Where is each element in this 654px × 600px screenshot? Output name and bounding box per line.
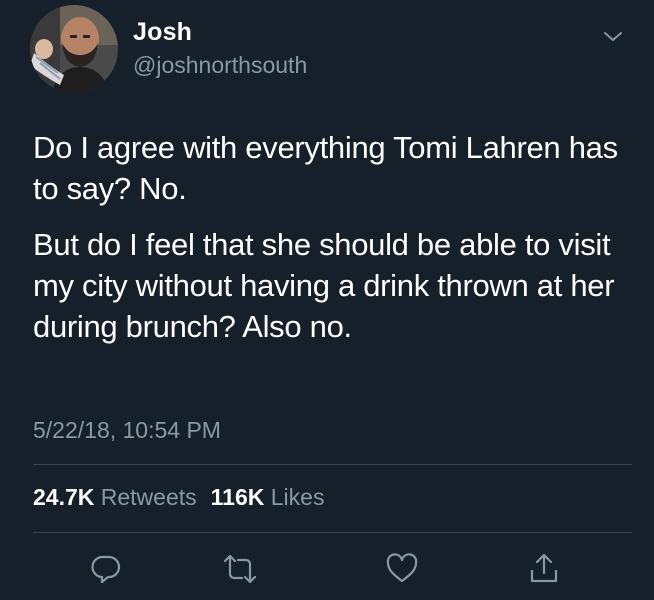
avatar[interactable]	[30, 5, 118, 93]
like-icon[interactable]	[385, 552, 419, 586]
user-handle[interactable]: @joshnorthsouth	[133, 52, 307, 79]
likes-count: 116K	[210, 484, 265, 510]
divider	[33, 532, 632, 533]
reply-icon[interactable]	[89, 552, 123, 586]
retweets-count: 24.7K	[33, 484, 95, 510]
likes-stat[interactable]: 116K Likes	[211, 484, 325, 510]
tweet-timestamp[interactable]: 5/22/18, 10:54 PM	[33, 417, 221, 444]
retweet-icon[interactable]	[223, 552, 257, 586]
tweet-stats: 24.7K Retweets 116K Likes	[33, 484, 324, 511]
chevron-down-icon[interactable]	[598, 24, 628, 48]
divider	[33, 464, 632, 465]
retweets-stat[interactable]: 24.7K Retweets	[33, 484, 197, 510]
tweet-paragraph: Do I agree with everything Tomi Lahren h…	[33, 130, 618, 206]
tweet-paragraph: But do I feel that she should be able to…	[33, 227, 615, 344]
retweets-label: Retweets	[100, 484, 197, 510]
avatar-photo	[30, 5, 118, 93]
display-name[interactable]: Josh	[133, 18, 192, 47]
likes-label: Likes	[270, 484, 325, 510]
share-icon[interactable]	[527, 552, 561, 586]
tweet-text: Do I agree with everything Tomi Lahren h…	[33, 127, 633, 362]
